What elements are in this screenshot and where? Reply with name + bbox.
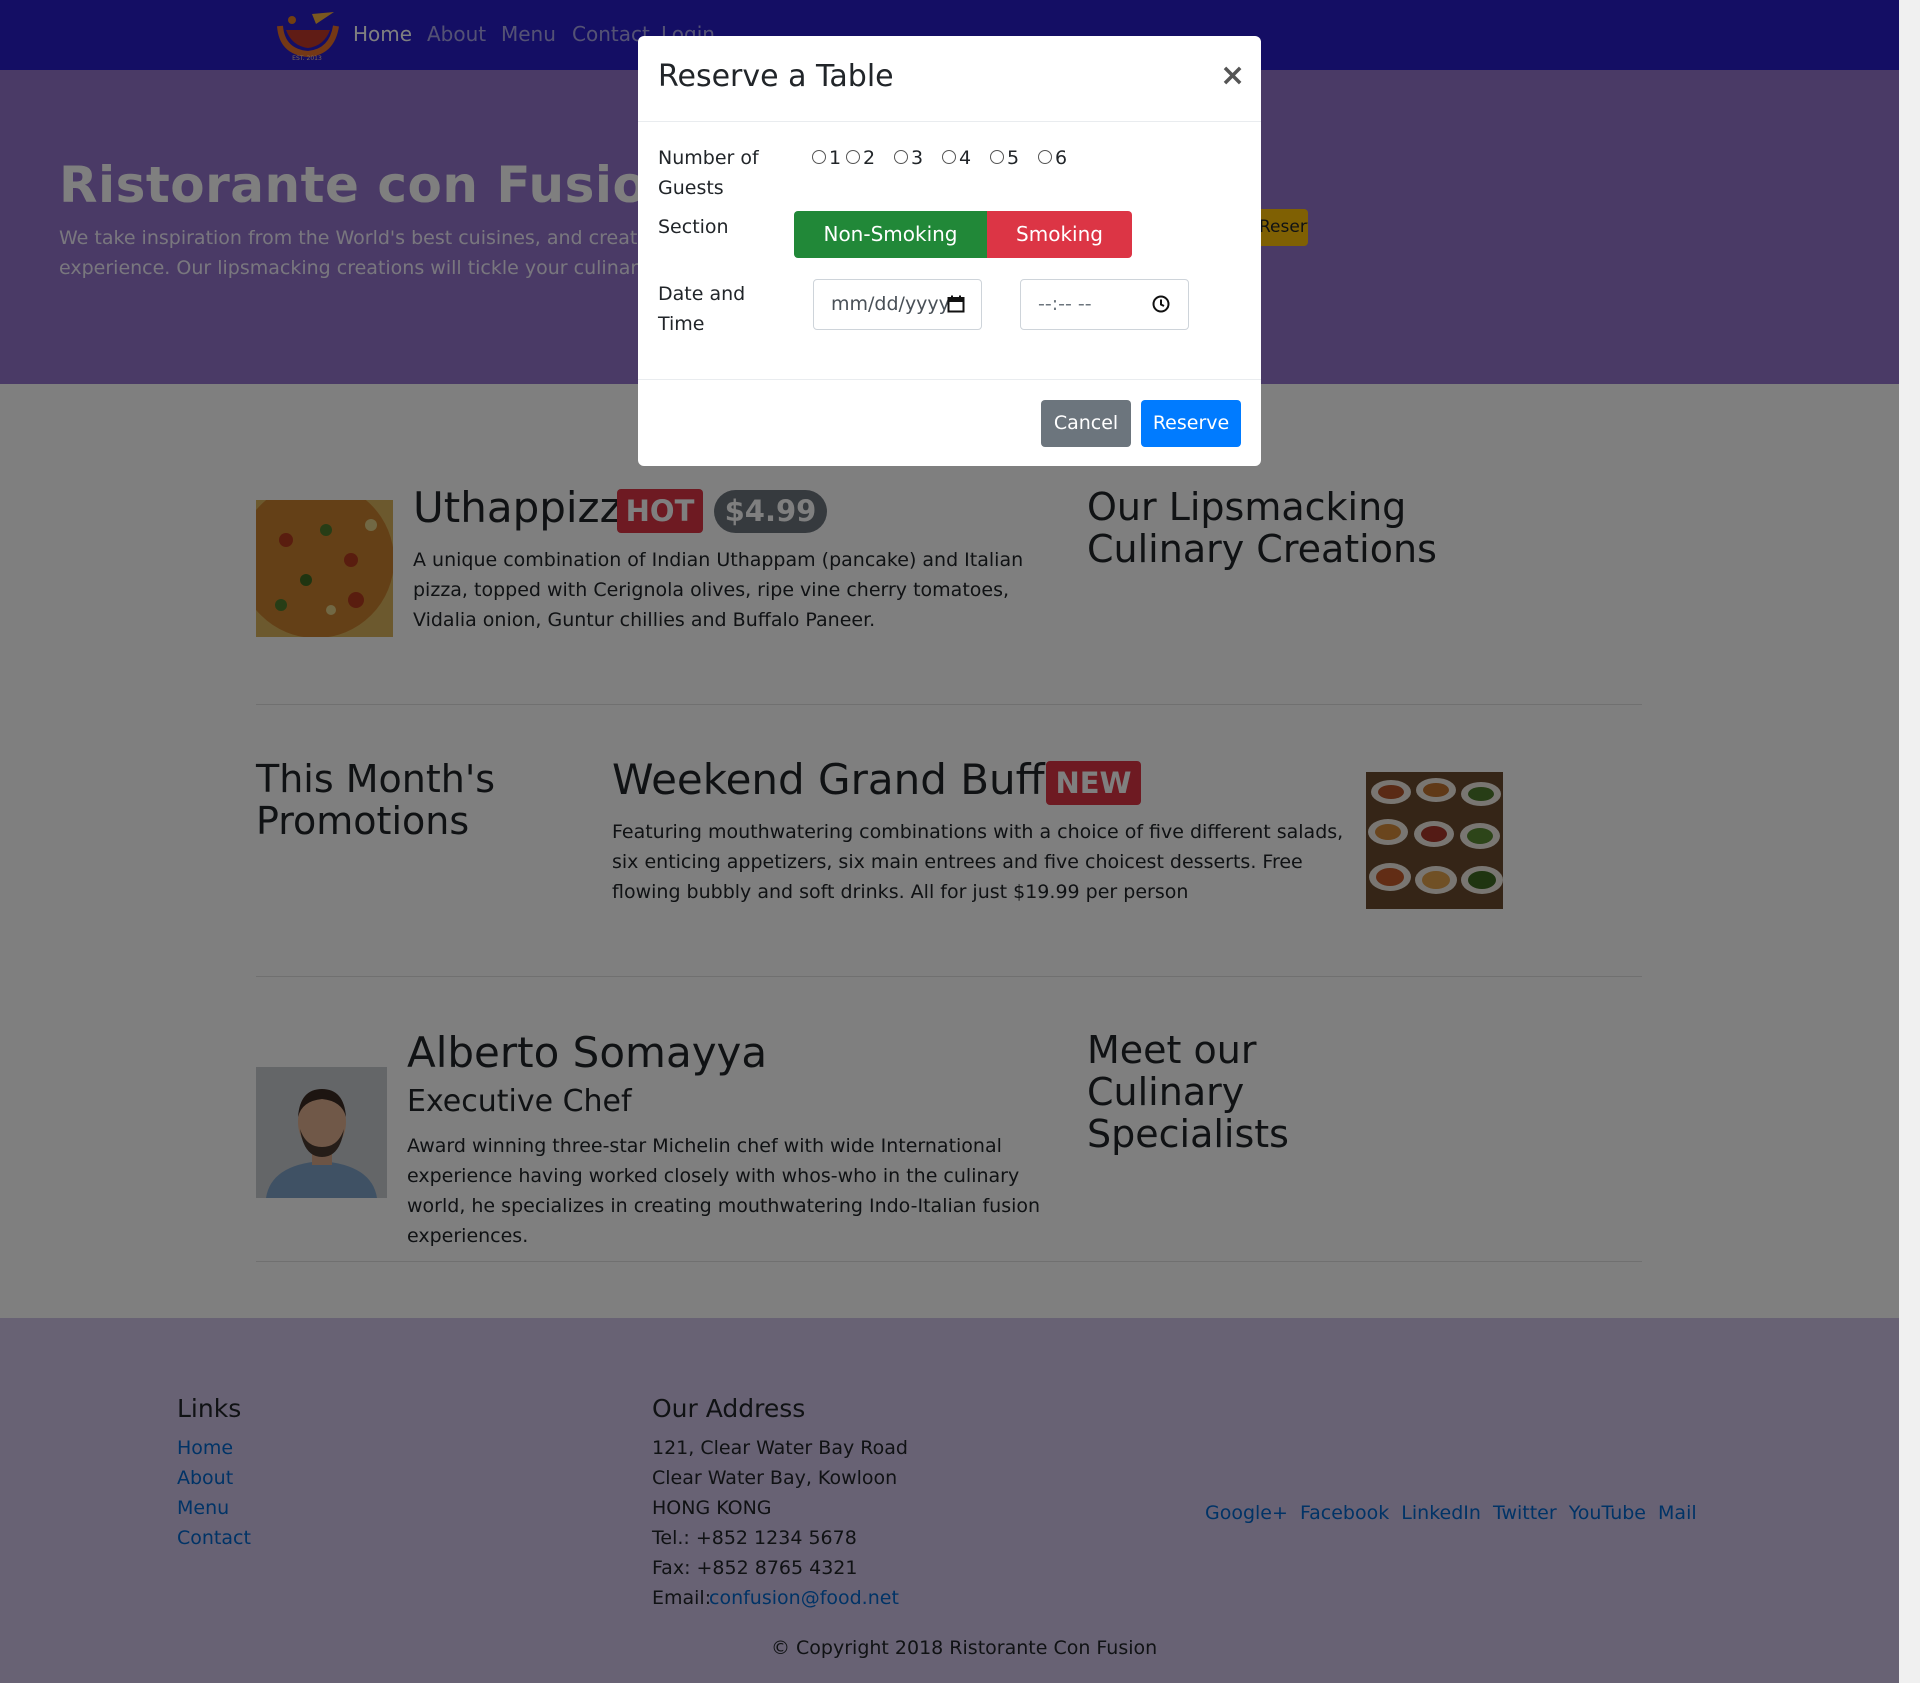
time-input[interactable]: --:-- -- bbox=[1020, 279, 1189, 330]
modal-header: Reserve a Table × bbox=[638, 36, 1261, 122]
cancel-button[interactable]: Cancel bbox=[1041, 400, 1131, 447]
reserve-table-modal: Reserve a Table × Number of Guests 1 2 3… bbox=[638, 36, 1261, 466]
guest-radio-4[interactable]: 4 bbox=[942, 147, 971, 169]
calendar-icon[interactable] bbox=[947, 295, 965, 313]
scrollbar[interactable] bbox=[1899, 0, 1920, 1683]
datetime-label: Date and Time bbox=[658, 283, 746, 335]
date-input[interactable]: mm/dd/yyyy bbox=[813, 279, 982, 330]
guest-radio-5[interactable]: 5 bbox=[990, 147, 1019, 169]
date-placeholder: mm/dd/yyyy bbox=[831, 293, 950, 315]
guest-radio-2[interactable]: 2 bbox=[846, 147, 875, 169]
clock-icon[interactable] bbox=[1152, 295, 1170, 313]
smoking-button[interactable]: Smoking bbox=[987, 211, 1132, 258]
radio-icon bbox=[942, 149, 956, 164]
radio-icon bbox=[990, 149, 1004, 164]
guest-radio-1[interactable]: 1 bbox=[812, 147, 841, 169]
guests-label: Number of Guests bbox=[658, 147, 759, 199]
guest-radio-6[interactable]: 6 bbox=[1038, 147, 1067, 169]
radio-icon bbox=[846, 149, 860, 164]
modal-footer-divider bbox=[638, 379, 1261, 380]
guest-radio-3[interactable]: 3 bbox=[894, 147, 923, 169]
modal-title: Reserve a Table bbox=[658, 59, 894, 94]
radio-icon bbox=[1038, 149, 1052, 164]
non-smoking-button[interactable]: Non-Smoking bbox=[794, 211, 987, 258]
radio-icon bbox=[812, 149, 826, 164]
radio-icon bbox=[894, 149, 908, 164]
close-icon[interactable]: × bbox=[1220, 58, 1245, 93]
time-placeholder: --:-- -- bbox=[1038, 293, 1092, 315]
reserve-button[interactable]: Reserve bbox=[1141, 400, 1241, 447]
section-label: Section bbox=[658, 216, 729, 238]
